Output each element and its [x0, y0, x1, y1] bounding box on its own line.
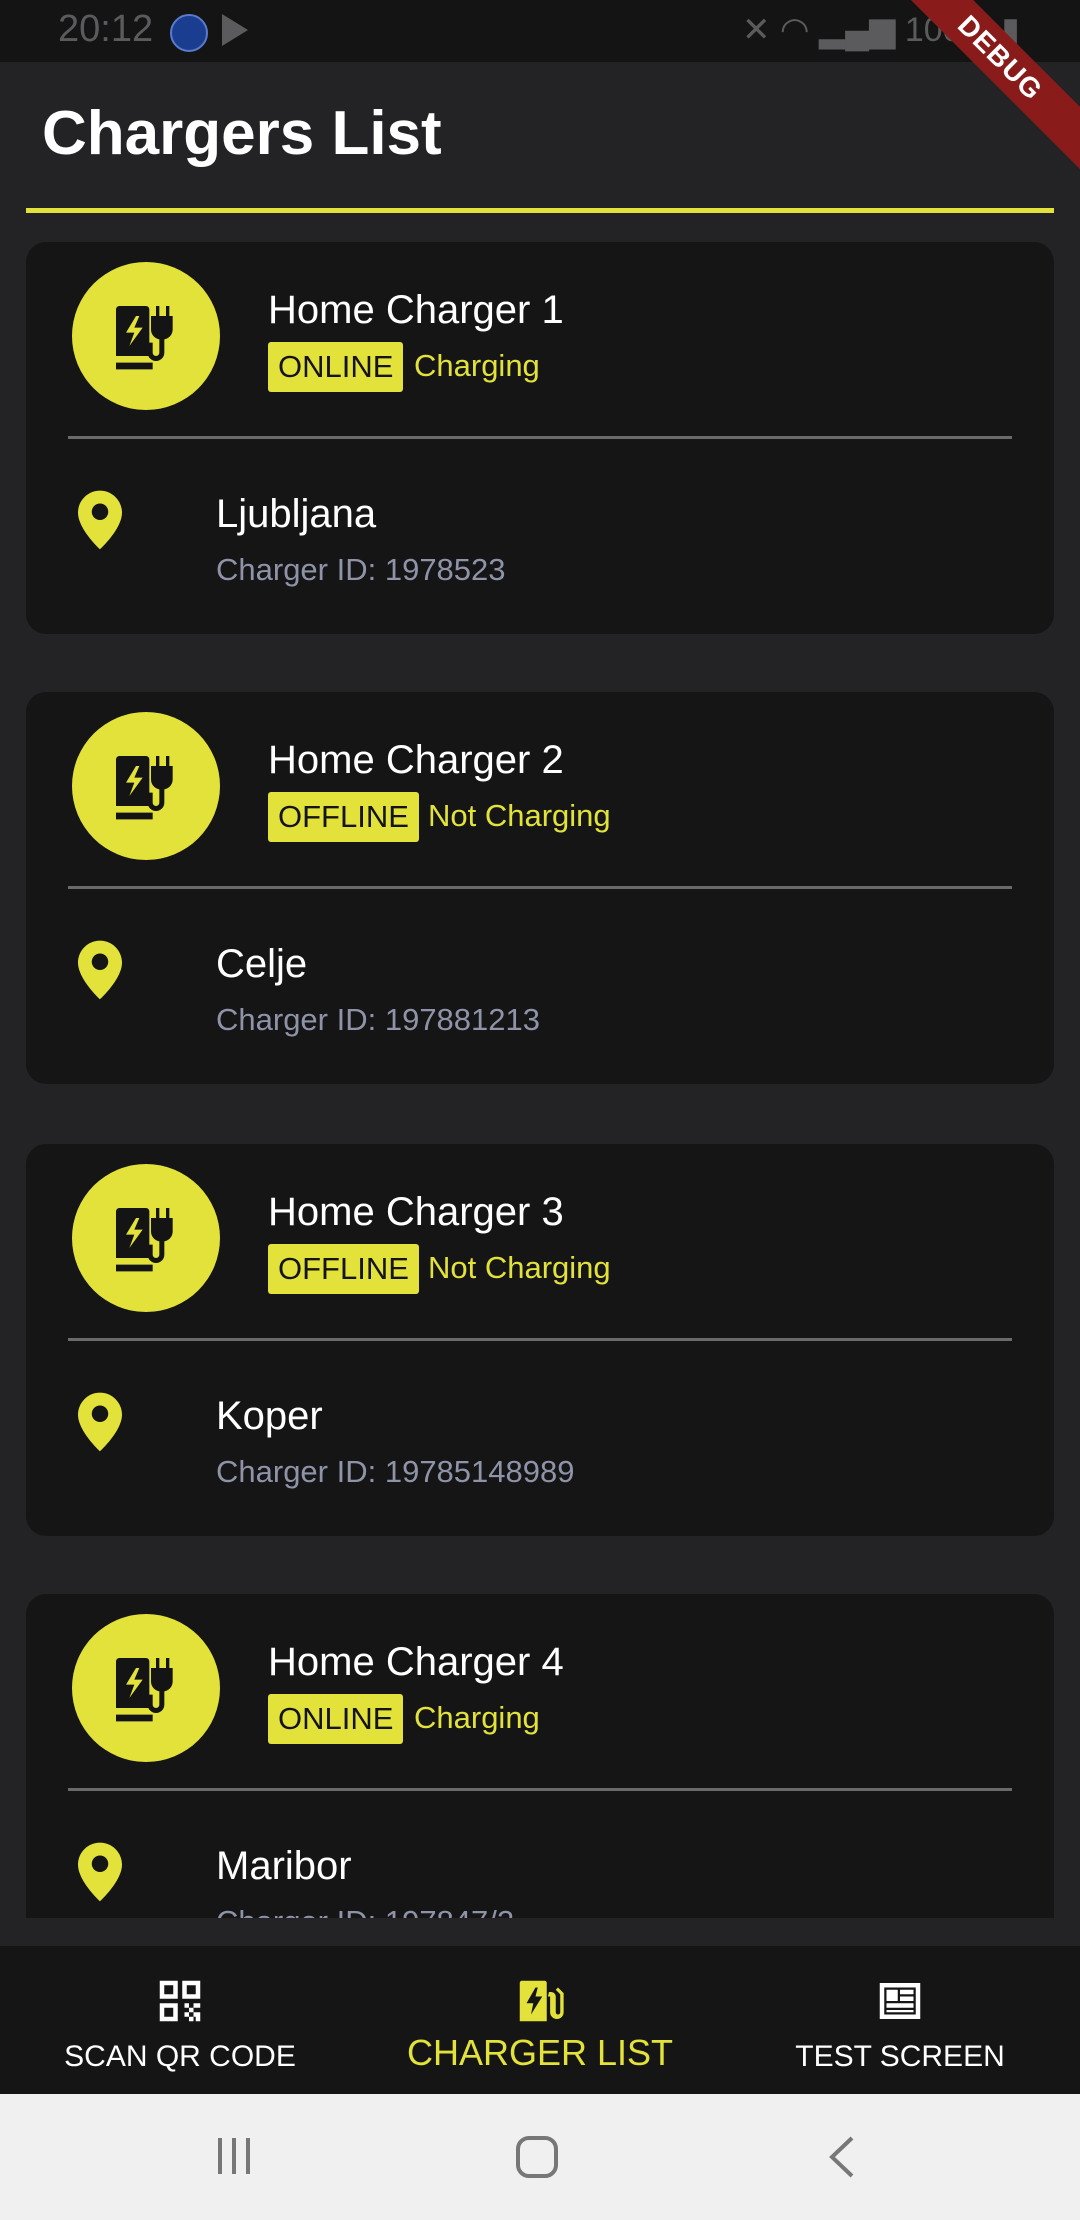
charger-name: Home Charger 2 [268, 738, 564, 782]
charger-id: Charger ID: 197847/2 [216, 1904, 514, 1918]
charger-name: Home Charger 4 [268, 1640, 564, 1684]
wifi-icon: ◠ [779, 11, 810, 49]
charger-location: Maribor [216, 1844, 352, 1888]
nav-label: SCAN QR CODE [64, 2040, 296, 2073]
charger-card[interactable]: Home Charger 3 OFFLINE Not Charging Kope… [26, 1144, 1054, 1536]
recent-apps-icon[interactable] [212, 2134, 256, 2178]
ev-charger-icon [116, 756, 173, 820]
card-divider [68, 436, 1012, 439]
charger-avatar [72, 1614, 220, 1762]
connection-badge: ONLINE [268, 1694, 404, 1744]
connection-badge: OFFLINE [268, 792, 419, 842]
charger-id: Charger ID: 197881213 [216, 1002, 541, 1037]
location-pin-icon [78, 1392, 122, 1452]
charger-card[interactable]: Home Charger 1 ONLINE Charging Ljubljana… [26, 242, 1054, 634]
charger-avatar [72, 712, 220, 860]
card-divider [68, 1338, 1012, 1341]
page-title: Chargers List [42, 99, 442, 168]
nav-charger-list[interactable]: CHARGER LIST [360, 1946, 720, 2094]
charger-list[interactable]: Home Charger 1 ONLINE Charging Ljubljana… [0, 216, 1080, 1918]
connection-badge: OFFLINE [268, 1244, 419, 1294]
charging-status: Charging [414, 1700, 540, 1735]
bottom-navigation: SCAN QR CODE CHARGER LIST TEST SCREEN [0, 1946, 1080, 2094]
play-store-icon [222, 14, 248, 46]
charger-id: Charger ID: 1978523 [216, 552, 506, 587]
ev-station-icon [519, 1980, 564, 2022]
ev-charger-icon [116, 1658, 173, 1722]
home-icon[interactable] [514, 2134, 560, 2180]
charging-status: Not Charging [428, 798, 611, 833]
charger-avatar [72, 1164, 220, 1312]
charger-card[interactable]: Home Charger 2 OFFLINE Not Charging Celj… [26, 692, 1054, 1084]
charger-location: Celje [216, 942, 308, 986]
charging-status: Not Charging [428, 1250, 611, 1285]
crypto-app-icon [170, 14, 208, 52]
charger-name: Home Charger 3 [268, 1190, 564, 1234]
status-bar: 20:12 ✕ ◠ ▂▄▆ 100% ▮ [0, 0, 1080, 62]
location-pin-icon [78, 1842, 122, 1902]
location-pin-icon [78, 490, 122, 550]
charger-card[interactable]: Home Charger 4 ONLINE Charging Maribor C… [26, 1594, 1054, 1918]
charger-location: Koper [216, 1394, 323, 1438]
charger-id: Charger ID: 19785148989 [216, 1454, 575, 1489]
signal-icon: ▂▄▆ [819, 11, 896, 49]
charger-location: Ljubljana [216, 492, 377, 536]
back-icon[interactable] [820, 2134, 864, 2180]
nav-label: TEST SCREEN [795, 2040, 1005, 2073]
qr-code-icon [159, 1980, 201, 2022]
charger-avatar [72, 262, 220, 410]
nav-label: CHARGER LIST [406, 2032, 674, 2073]
app-bar: Chargers List [0, 62, 1080, 213]
status-time: 20:12 [58, 8, 154, 50]
location-pin-icon [78, 940, 122, 1000]
ev-charger-icon [116, 1208, 173, 1272]
charging-status: Charging [414, 348, 540, 383]
charger-name: Home Charger 1 [268, 288, 564, 332]
card-divider [68, 1788, 1012, 1791]
connection-badge: ONLINE [268, 342, 404, 392]
system-navigation-bar [0, 2094, 1080, 2220]
nav-scan-qr-code[interactable]: SCAN QR CODE [0, 1946, 360, 2094]
mute-icon: ✕ [741, 11, 771, 49]
nav-test-screen[interactable]: TEST SCREEN [720, 1946, 1080, 2094]
card-divider [68, 886, 1012, 889]
dashboard-icon [879, 1983, 921, 2019]
ev-charger-icon [116, 306, 173, 370]
title-underline [26, 208, 1054, 213]
